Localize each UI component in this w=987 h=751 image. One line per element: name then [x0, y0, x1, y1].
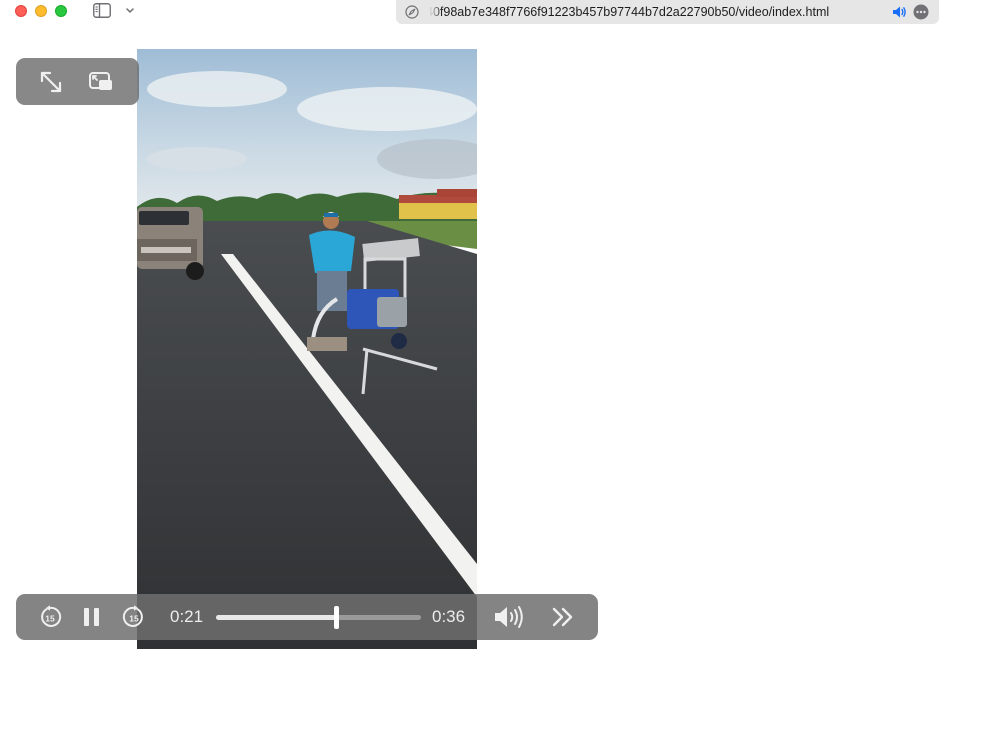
url-fade [426, 4, 442, 20]
fullscreen-icon[interactable] [38, 69, 64, 95]
window-titlebar: 40f98ab7e348f7766f91223b457b97744b7d2a22… [0, 0, 987, 24]
picture-in-picture-icon[interactable] [88, 70, 114, 94]
skip-back-15-icon[interactable]: 15 [38, 605, 62, 629]
close-window-button[interactable] [15, 5, 27, 17]
elapsed-time: 0:21 [170, 607, 204, 626]
url-text[interactable]: 40f98ab7e348f7766f91223b457b97744b7d2a22… [426, 4, 884, 20]
speaker-icon[interactable] [891, 4, 907, 20]
volume-high-icon[interactable] [493, 604, 527, 630]
progress-fill [216, 615, 336, 620]
zoom-window-button[interactable] [55, 5, 67, 17]
progress-scrubber[interactable] [216, 606, 421, 629]
address-bar[interactable]: 40f98ab7e348f7766f91223b457b97744b7d2a22… [396, 0, 939, 24]
ellipsis-circle-icon[interactable] [913, 4, 929, 20]
minimize-window-button[interactable] [35, 5, 47, 17]
compass-icon [405, 5, 419, 19]
skip-forward-seconds: 15 [129, 613, 139, 623]
chevron-double-right-icon[interactable] [551, 606, 575, 628]
video-top-controls [16, 58, 139, 105]
sidebar-icon[interactable] [93, 3, 111, 18]
duration-time: 0:36 [432, 607, 466, 626]
chevron-down-icon[interactable] [124, 3, 136, 17]
progress-knob[interactable] [334, 606, 339, 629]
video-control-bar: 15 15 0:21 0:36 [16, 594, 598, 640]
skip-back-seconds: 15 [45, 613, 55, 623]
video-frame[interactable] [137, 49, 477, 649]
pause-icon[interactable] [83, 605, 101, 629]
skip-forward-15-icon[interactable]: 15 [122, 605, 146, 629]
